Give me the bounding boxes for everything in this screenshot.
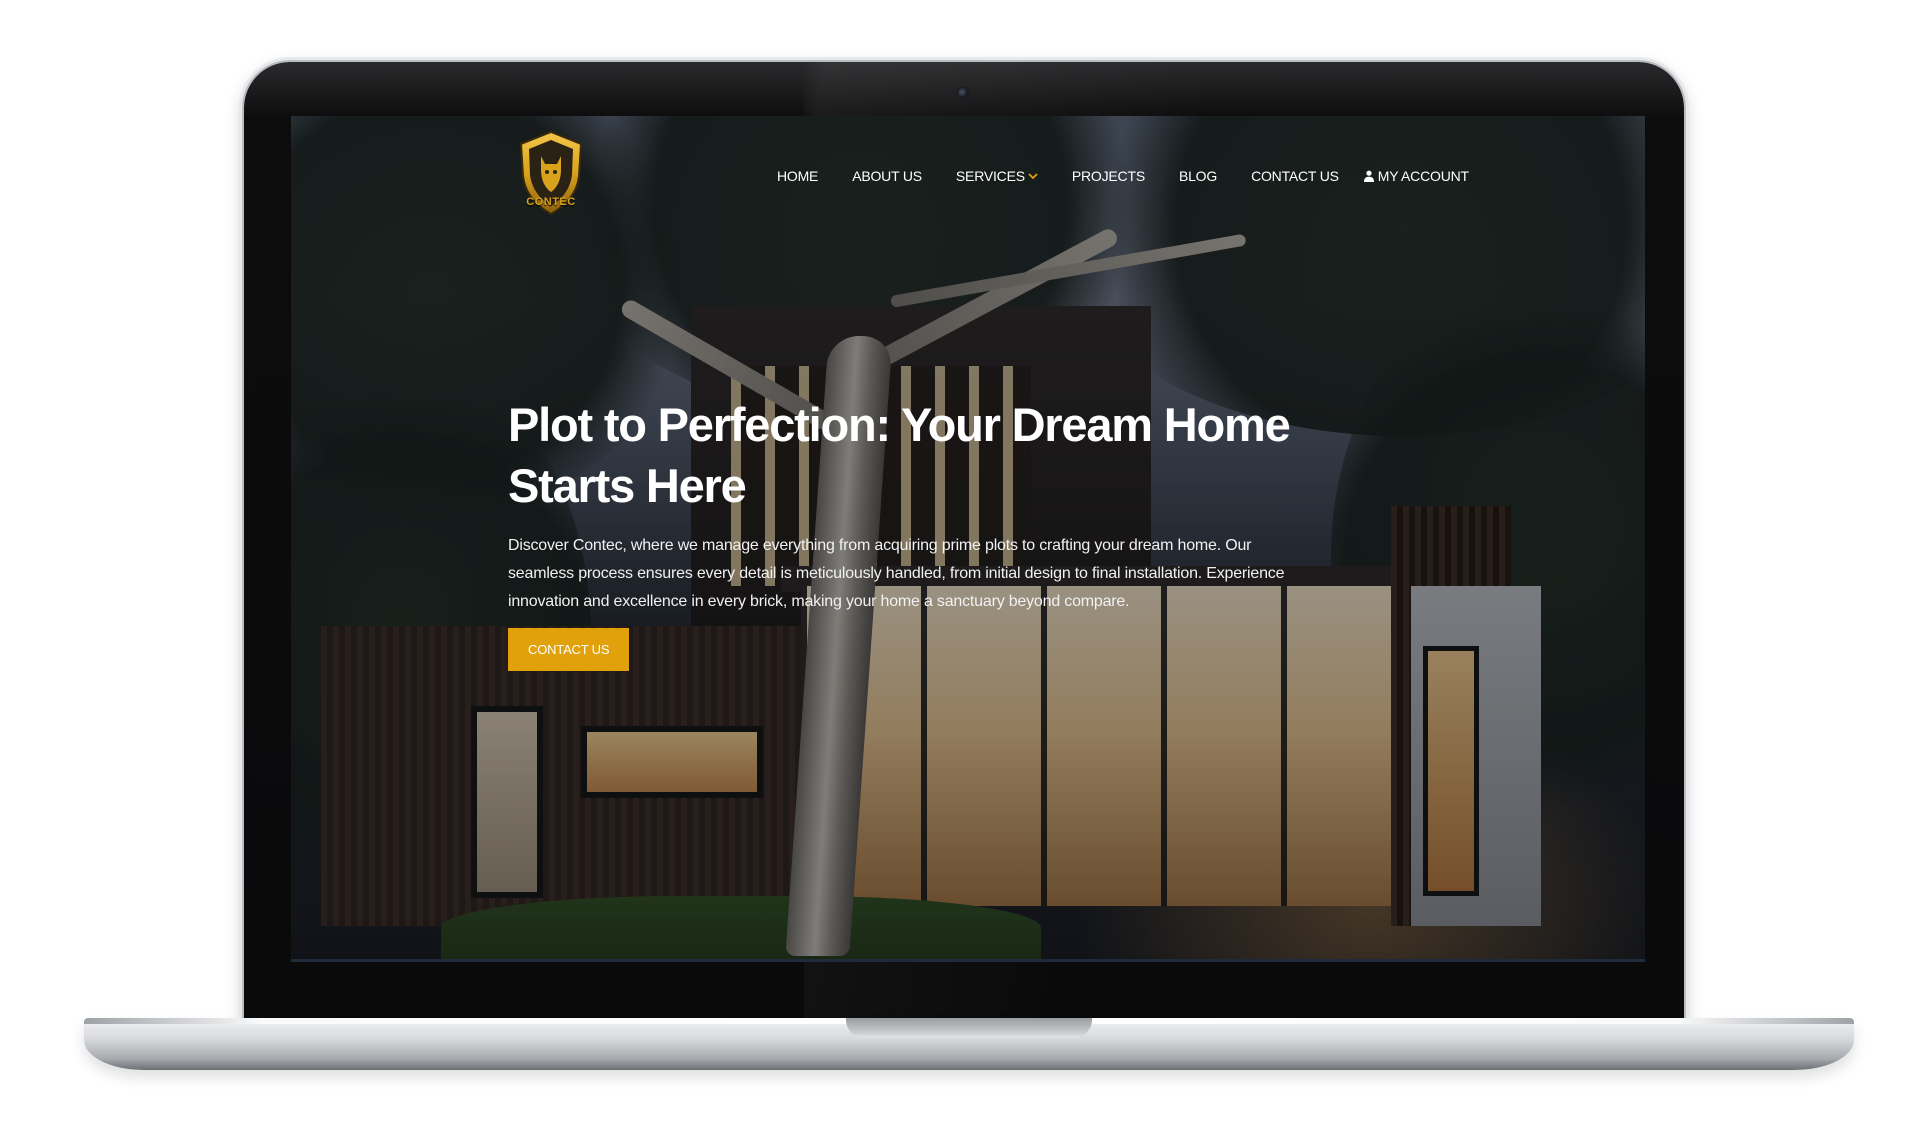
website-screen: CONTEC HOME ABOUT US SERVICES PROJECTS B… [291,116,1645,962]
nav-projects-label: PROJECTS [1071,168,1145,184]
webcam-icon [958,88,968,98]
laptop-base [84,1018,1854,1070]
hero-description: Discover Contec, where we manage everyth… [508,537,1285,610]
nav-about-us-label: ABOUT US [852,168,922,184]
nav-services-label: SERVICES [955,168,1025,184]
nav-about-us[interactable]: ABOUT US [852,168,922,184]
laptop-opening-notch [846,1018,1092,1038]
nav-my-account-label: MY ACCOUNT [1377,168,1469,184]
nav-contact-us-label: CONTACT US [1251,168,1339,184]
hero-title: Plot to Perfection: Your Dream Home Star… [508,398,1291,512]
main-nav: HOME ABOUT US SERVICES PROJECTS BLOG CON… [777,168,1469,184]
contact-us-button[interactable]: CONTACT US [508,628,630,671]
nav-home-label: HOME [777,168,819,184]
user-icon [1363,170,1374,182]
hero-section: Plot to Perfection: Your Dream Home Star… [508,394,1338,671]
chevron-down-icon [1028,173,1038,180]
device-mockup: CONTEC HOME ABOUT US SERVICES PROJECTS B… [0,0,1920,1139]
site-logo[interactable]: CONTEC [515,130,587,216]
nav-my-account[interactable]: MY ACCOUNT [1363,168,1469,184]
nav-contact-us[interactable]: CONTACT US [1251,168,1339,184]
screen-bottom-edge [291,959,1645,962]
nav-blog-label: BLOG [1178,168,1218,184]
nav-home[interactable]: HOME [777,168,818,184]
nav-projects[interactable]: PROJECTS [1072,168,1145,184]
nav-services[interactable]: SERVICES [956,168,1038,184]
logo-text: CONTEC [526,196,576,208]
nav-blog[interactable]: BLOG [1179,168,1217,184]
